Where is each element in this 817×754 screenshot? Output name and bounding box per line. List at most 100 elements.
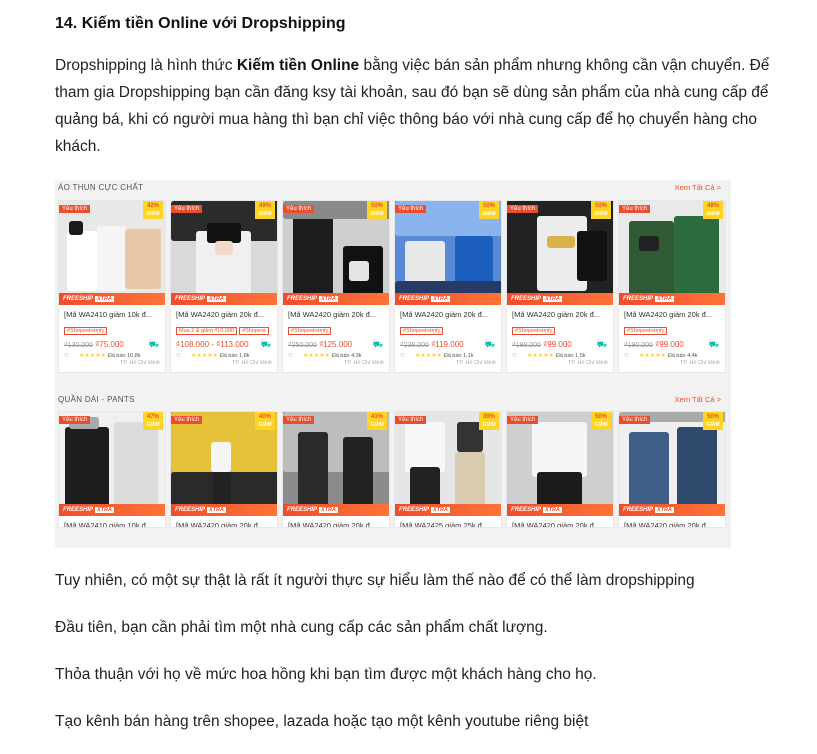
xtra-label: XTRA [543,507,562,513]
product-card[interactable]: Yêu thích 39% GIẢM FREESHIP XTRA [Mã WA242… [394,411,502,528]
product-image-shape [211,442,231,472]
discount-badge: 48% GIẢM [703,201,723,219]
product-card[interactable]: Yêu thích 47% GIẢM FREESHIP XTRA [Mã WA241… [58,411,166,528]
xtra-label: XTRA [207,507,226,513]
heart-icon[interactable]: ♡ [64,353,69,359]
product-card[interactable]: Yêu thích 49% GIẢM FREESHIP XTRA [Mã WA242… [170,200,278,373]
see-all-link[interactable]: Xem Tất Cả > [675,183,721,192]
product-price: ₫198.000 ₫99.000 ⛟ [512,340,613,349]
product-meta: ♡ ★★★★★ Đã bán 1,5k [512,352,613,359]
product-card[interactable]: Yêu thích 42% GIẢM FREESHIP XTRA [Mã WA241… [58,200,166,373]
rating-stars-icon: ★★★★★ [302,353,330,359]
heart-icon[interactable]: ♡ [288,353,293,359]
product-tag: #Shopeetramty [624,327,668,335]
product-card[interactable]: Yêu thích 48% GIẢM FREESHIP XTRA [Mã WA242… [618,200,726,373]
discount-value: 47% [146,414,159,420]
discount-label: GIẢM [370,211,384,217]
rating-stars-icon: ★★★★★ [78,353,106,359]
product-image-shape [97,226,127,291]
product-image-shape [405,422,445,472]
product-price: ₫250.000 ₫125.000 ⛟ [288,340,389,349]
product-name: [Mã WA2410 giảm 10k đ... [64,310,153,319]
sale-price: ₫108.000 - ₫113.000 [176,340,249,349]
favorite-badge: Yêu thích [395,416,427,424]
product-meta: ♡ ★★★★★ Đã bán 10,8k [64,352,165,359]
favorite-badge: Yêu thích [171,416,203,424]
product-name: [Mã WA2420 giảm 20k đ... [400,310,489,319]
heart-icon[interactable]: ♡ [624,353,629,359]
heart-icon[interactable]: ♡ [512,353,517,359]
discount-value: 48% [706,203,719,209]
product-image-frame: Yêu thích 48% GIẢM FREESHIP XTRA [619,201,725,305]
favorite-badge: Yêu thích [619,205,651,213]
discount-badge: 47% GIẢM [143,412,163,430]
freeship-label: FREESHIP [399,507,430,513]
truck-icon: ⛟ [148,340,159,349]
freeship-label: FREESHIP [287,296,318,302]
product-card[interactable]: Yêu thích 50% GIẢM FREESHIP XTRA [Mã WA242… [506,200,614,373]
product-image-frame: Yêu thích 50% GIẢM FREESHIP XTRA [283,201,389,305]
freeship-label: FREESHIP [287,507,318,513]
discount-label: GIẢM [258,211,272,217]
paragraph-keyword-link[interactable]: Kiếm tiền Online [237,57,359,74]
article-line-2: Đầu tiên, bạn cần phải tìm một nhà cung … [55,619,548,636]
product-name: [Mã WA2420 giảm 20k đ... [176,521,265,528]
truck-icon: ⛟ [372,340,383,349]
product-name: [Mã WA2420 giảm 20k đ... [176,310,265,319]
sold-count: Đã bán 1,1k [443,353,474,359]
freeship-banner: FREESHIP XTRA [283,293,389,305]
freeship-banner: FREESHIP XTRA [395,293,501,305]
product-card[interactable]: Yêu thích 50% GIẢM FREESHIP XTRA [Mã WA242… [506,411,614,528]
article-line-1: Tuy nhiên, có một sự thật là rất ít ngườ… [55,572,695,589]
discount-label: GIẢM [594,211,608,217]
discount-label: GIẢM [146,211,160,217]
section-title: QUẦN DÀI - PANTS [58,395,135,404]
section-header: ÁO THUN CỰC CHẤT Xem Tất Cả > [55,180,731,198]
xtra-label: XTRA [431,507,450,513]
discount-value: 50% [594,414,607,420]
freeship-label: FREESHIP [175,507,206,513]
product-image-shape [293,216,333,296]
product-location: TP. Hồ Chí Minh [232,360,272,366]
see-all-link[interactable]: Xem Tất Cả > [675,395,721,404]
rating-stars-icon: ★★★★★ [526,353,554,359]
product-tag: #Shopeetramty [288,327,332,335]
original-price: ₫250.000 [288,342,317,349]
product-image-shape [674,216,719,296]
product-card[interactable]: Yêu thích 50% GIẢM FREESHIP XTRA [Mã WA242… [394,200,502,373]
product-image-frame: Yêu thích 47% GIẢM FREESHIP XTRA [59,412,165,516]
product-price: ₫108.000 - ₫113.000 ⛟ [176,340,277,349]
favorite-badge: Yêu thích [507,205,539,213]
product-image-shape [349,261,369,281]
freeship-banner: FREESHIP XTRA [507,293,613,305]
favorite-badge: Yêu thích [507,416,539,424]
product-name: [Mã WA2420 giảm 20k đ... [512,310,601,319]
discount-badge: 50% GIẢM [367,201,387,219]
rating-stars-icon: ★★★★★ [638,353,666,359]
discount-badge: 50% GIẢM [703,412,723,430]
xtra-label: XTRA [95,296,114,302]
product-image-frame: Yêu thích 50% GIẢM FREESHIP XTRA [507,201,613,305]
product-image-frame: Yêu thích 39% GIẢM FREESHIP XTRA [395,412,501,516]
xtra-label: XTRA [95,507,114,513]
xtra-label: XTRA [431,296,450,302]
original-price: ₫130.000 [64,342,93,349]
product-card[interactable]: Yêu thích 50% GIẢM FREESHIP XTRA [Mã WA242… [282,200,390,373]
product-location: TP. Hồ Chí Minh [344,360,384,366]
xtra-label: XTRA [319,296,338,302]
product-card[interactable]: Yêu thích 41% GIẢM FREESHIP XTRA [Mã WA242… [282,411,390,528]
heart-icon[interactable]: ♡ [400,353,405,359]
product-card[interactable]: Yêu thích 50% GIẢM FREESHIP XTRA [Mã WA242… [618,411,726,528]
product-card[interactable]: Yêu thích 40% GIẢM FREESHIP XTRA [Mã WA242… [170,411,278,528]
heart-icon[interactable]: ♡ [176,353,181,359]
discount-value: 49% [258,203,271,209]
sale-price: ₫99.000 [543,340,572,349]
freeship-banner: FREESHIP XTRA [619,504,725,516]
product-tag: Mua 2 & giảm ₫10.000 [176,327,238,335]
freeship-banner: FREESHIP XTRA [171,293,277,305]
product-image-shape [65,427,109,507]
product-tag: #Shopeetramty [64,327,108,335]
product-image-shape [577,231,607,281]
discount-value: 50% [482,203,495,209]
rating-stars-icon: ★★★★★ [414,353,442,359]
